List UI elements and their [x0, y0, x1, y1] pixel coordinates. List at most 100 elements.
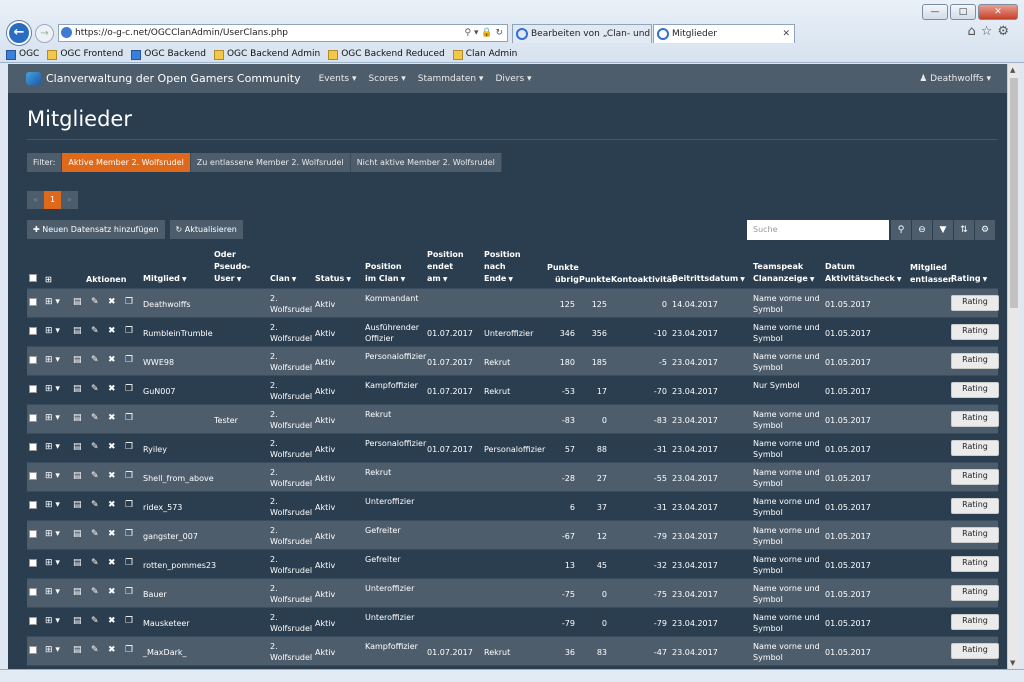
delete-icon[interactable]: ✖: [108, 616, 116, 627]
col-position-nach[interactable]: Position nach Ende: [484, 249, 521, 286]
col-clan[interactable]: Clan: [270, 273, 296, 286]
details-icon[interactable]: ▤: [73, 384, 82, 395]
nav-divers[interactable]: Divers: [495, 74, 531, 84]
edit-icon[interactable]: ✎: [91, 442, 99, 453]
favorite-backend-admin[interactable]: OGC Backend Admin: [213, 46, 320, 63]
edit-icon[interactable]: ✎: [91, 355, 99, 366]
pager-prev[interactable]: «: [27, 191, 44, 209]
details-icon[interactable]: ▤: [73, 587, 82, 598]
edit-icon[interactable]: ✎: [91, 500, 99, 511]
nav-events[interactable]: Events: [319, 74, 357, 84]
copy-icon[interactable]: ❐: [125, 500, 133, 511]
col-punkte-uebrig[interactable]: Punkte übrig: [547, 262, 579, 286]
expand-row-icon[interactable]: ⊞ ▾: [45, 529, 60, 540]
expand-row-icon[interactable]: ⊞ ▾: [45, 616, 60, 627]
row-checkbox[interactable]: [29, 617, 37, 628]
vertical-scrollbar[interactable]: ▲ ▼: [1007, 64, 1020, 669]
expand-row-icon[interactable]: ⊞ ▾: [45, 587, 60, 598]
scroll-up-icon[interactable]: ▲: [1010, 66, 1015, 74]
row-checkbox[interactable]: [29, 356, 37, 367]
row-checkbox[interactable]: [29, 443, 37, 454]
edit-icon[interactable]: ✎: [91, 384, 99, 395]
rating-button[interactable]: Rating: [951, 643, 999, 659]
expand-row-icon[interactable]: ⊞ ▾: [45, 384, 60, 395]
col-kontoaktivitaet[interactable]: Kontoaktivität: [611, 274, 676, 286]
zoom-out-icon[interactable]: ⊖: [912, 220, 932, 240]
filter-icon[interactable]: ▼: [933, 220, 953, 240]
col-entlassen[interactable]: Mitglied entlassen: [910, 262, 954, 286]
col-mitglied[interactable]: Mitglied: [143, 273, 187, 286]
maximize-button[interactable]: □: [950, 4, 976, 20]
copy-icon[interactable]: ❐: [125, 471, 133, 482]
col-punkte[interactable]: Punkte: [579, 274, 611, 286]
details-icon[interactable]: ▤: [73, 326, 82, 337]
close-window-button[interactable]: ✕: [978, 4, 1018, 20]
delete-icon[interactable]: ✖: [108, 384, 116, 395]
details-icon[interactable]: ▤: [73, 442, 82, 453]
forward-button[interactable]: →: [35, 24, 54, 43]
pager-next[interactable]: »: [61, 191, 78, 209]
expand-row-icon[interactable]: ⊞ ▾: [45, 645, 60, 656]
copy-icon[interactable]: ❐: [125, 616, 133, 627]
edit-icon[interactable]: ✎: [91, 645, 99, 656]
expand-row-icon[interactable]: ⊞ ▾: [45, 558, 60, 569]
col-position[interactable]: Position im Clan: [365, 261, 405, 286]
copy-icon[interactable]: ❐: [125, 413, 133, 424]
col-pseudo[interactable]: Oder Pseudo- User: [214, 249, 250, 286]
col-rating[interactable]: Rating: [951, 273, 987, 286]
col-teamspeak[interactable]: Teamspeak Clananzeige: [753, 261, 814, 286]
row-checkbox[interactable]: [29, 530, 37, 541]
favorite-clan-admin[interactable]: Clan Admin: [452, 46, 517, 63]
expand-row-icon[interactable]: ⊞ ▾: [45, 413, 60, 424]
delete-icon[interactable]: ✖: [108, 529, 116, 540]
rating-button[interactable]: Rating: [951, 411, 999, 427]
brand[interactable]: Clanverwaltung der Open Gamers Community: [26, 72, 301, 85]
edit-icon[interactable]: ✎: [91, 558, 99, 569]
favorite-backend-reduced[interactable]: OGC Backend Reduced: [328, 46, 445, 63]
expand-row-icon[interactable]: ⊞ ▾: [45, 326, 60, 337]
copy-icon[interactable]: ❐: [125, 645, 133, 656]
expand-all-icon[interactable]: ⊞: [45, 274, 52, 286]
search-icon[interactable]: ⚲: [891, 220, 911, 240]
select-all-checkbox[interactable]: [29, 274, 37, 286]
row-checkbox[interactable]: [29, 414, 37, 425]
row-checkbox[interactable]: [29, 385, 37, 396]
rating-button[interactable]: Rating: [951, 614, 999, 630]
rating-button[interactable]: Rating: [951, 469, 999, 485]
details-icon[interactable]: ▤: [73, 500, 82, 511]
edit-icon[interactable]: ✎: [91, 326, 99, 337]
delete-icon[interactable]: ✖: [108, 471, 116, 482]
refresh-button[interactable]: ↻ Aktualisieren: [169, 220, 243, 239]
rating-button[interactable]: Rating: [951, 382, 999, 398]
settings-icon[interactable]: ⚙: [975, 220, 995, 240]
row-checkbox[interactable]: [29, 501, 37, 512]
col-status[interactable]: Status: [315, 273, 351, 286]
copy-icon[interactable]: ❐: [125, 297, 133, 308]
rating-button[interactable]: Rating: [951, 353, 999, 369]
browser-tab-mitglieder[interactable]: Mitglieder ✕: [653, 24, 795, 43]
filter-inactive-members[interactable]: Nicht aktive Member 2. Wolfsrudel: [350, 153, 502, 172]
delete-icon[interactable]: ✖: [108, 587, 116, 598]
copy-icon[interactable]: ❐: [125, 587, 133, 598]
details-icon[interactable]: ▤: [73, 471, 82, 482]
delete-icon[interactable]: ✖: [108, 558, 116, 569]
close-tab-icon[interactable]: ✕: [782, 25, 790, 43]
address-bar[interactable]: https://o-g-c.net/OGCClanAdmin/UserClans…: [58, 24, 508, 42]
delete-icon[interactable]: ✖: [108, 297, 116, 308]
rating-button[interactable]: Rating: [951, 527, 999, 543]
col-position-endet[interactable]: Position endet am: [427, 249, 464, 286]
scroll-thumb[interactable]: [1010, 78, 1018, 308]
details-icon[interactable]: ▤: [73, 558, 82, 569]
expand-row-icon[interactable]: ⊞ ▾: [45, 471, 60, 482]
back-button[interactable]: ←: [7, 21, 31, 45]
copy-icon[interactable]: ❐: [125, 529, 133, 540]
rating-button[interactable]: Rating: [951, 295, 999, 311]
edit-icon[interactable]: ✎: [91, 413, 99, 424]
delete-icon[interactable]: ✖: [108, 355, 116, 366]
col-beitrittsdatum[interactable]: Beitrittsdatum: [672, 273, 745, 286]
row-checkbox[interactable]: [29, 588, 37, 599]
copy-icon[interactable]: ❐: [125, 558, 133, 569]
filter-dismissed-members[interactable]: Zu entlassene Member 2. Wolfsrudel: [190, 153, 351, 172]
sort-icon[interactable]: ⇅: [954, 220, 974, 240]
rating-button[interactable]: Rating: [951, 324, 999, 340]
